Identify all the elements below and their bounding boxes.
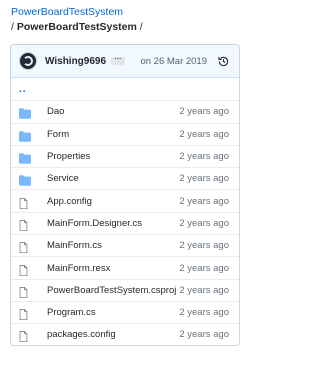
file-icon	[19, 329, 31, 343]
folder-row[interactable]: Form 2 years ago	[11, 122, 239, 145]
file-age: 2 years ago	[179, 195, 229, 207]
folder-icon	[19, 129, 31, 142]
folder-icon	[19, 151, 31, 164]
history-icon[interactable]	[218, 56, 229, 67]
file-icon	[19, 307, 31, 321]
file-icon	[19, 263, 31, 276]
folder-row[interactable]: Service 2 years ago	[11, 167, 239, 189]
file-age: 2 years ago	[179, 284, 229, 296]
file-name-link[interactable]: MainForm.cs	[47, 240, 102, 251]
file-name-link[interactable]: Properties	[47, 151, 90, 162]
file-age: 2 years ago	[179, 329, 229, 341]
breadcrumb-current: PowerBoardTestSystem	[16, 21, 137, 33]
updir-row[interactable]: ..	[11, 78, 239, 100]
breadcrumb-separator: /	[11, 21, 14, 33]
file-name-link[interactable]: Dao	[47, 106, 64, 117]
file-icon	[19, 240, 31, 254]
file-list-box: Wishing9696 ··· on 26 Mar 2019 .. Dao 2 y…	[10, 44, 240, 346]
file-icon	[19, 285, 31, 298]
parent-directory-link[interactable]: ..	[19, 84, 27, 95]
file-age: 2 years ago	[179, 262, 229, 274]
breadcrumb-separator: /	[139, 21, 143, 33]
folder-icon	[19, 106, 31, 120]
file-row[interactable]: MainForm.Designer.cs 2 years ago	[11, 211, 239, 234]
commit-message-expand-button[interactable]: ···	[111, 56, 126, 65]
file-age: 2 years ago	[179, 151, 229, 163]
file-age: 2 years ago	[179, 106, 229, 118]
file-row[interactable]: packages.config 2 years ago	[11, 323, 239, 345]
file-icon	[19, 218, 31, 231]
file-age: 2 years ago	[179, 240, 229, 252]
commit-author[interactable]: Wishing9696	[45, 56, 106, 67]
file-row[interactable]: App.config 2 years ago	[11, 189, 239, 211]
file-name-link[interactable]: MainForm.Designer.cs	[47, 218, 142, 229]
avatar[interactable]	[19, 52, 37, 70]
repo-link[interactable]: PowerBoardTestSystem	[11, 6, 123, 18]
folder-row[interactable]: Dao 2 years ago	[11, 100, 239, 122]
file-icon	[19, 196, 31, 209]
file-age: 2 years ago	[179, 307, 229, 319]
file-row[interactable]: MainForm.resx 2 years ago	[11, 256, 239, 278]
breadcrumb: / PowerBoardTestSystem /	[11, 21, 143, 33]
folder-row[interactable]: Properties 2 years ago	[11, 144, 239, 167]
file-age: 2 years ago	[179, 173, 229, 185]
file-row[interactable]: PowerBoardTestSystem.csproj 2 years ago	[11, 278, 239, 301]
file-name-link[interactable]: packages.config	[47, 329, 116, 340]
file-name-link[interactable]: MainForm.resx	[47, 263, 110, 274]
file-table: .. Dao 2 years ago Form 2 years ago Properti…	[11, 78, 239, 345]
file-name-link[interactable]: Service	[47, 173, 79, 184]
file-age: 2 years ago	[179, 128, 229, 140]
file-name-link[interactable]: App.config	[47, 196, 92, 207]
file-row[interactable]: Program.cs 2 years ago	[11, 300, 239, 323]
file-name-link[interactable]: PowerBoardTestSystem.csproj	[47, 285, 176, 296]
latest-commit-bar: Wishing9696 ··· on 26 Mar 2019	[11, 45, 239, 78]
file-name-link[interactable]: Form	[47, 129, 69, 140]
file-row[interactable]: MainForm.cs 2 years ago	[11, 234, 239, 256]
file-age: 2 years ago	[179, 217, 229, 229]
commit-date: on 26 Mar 2019	[140, 55, 207, 67]
folder-icon	[19, 173, 31, 187]
file-name-link[interactable]: Program.cs	[47, 307, 96, 318]
